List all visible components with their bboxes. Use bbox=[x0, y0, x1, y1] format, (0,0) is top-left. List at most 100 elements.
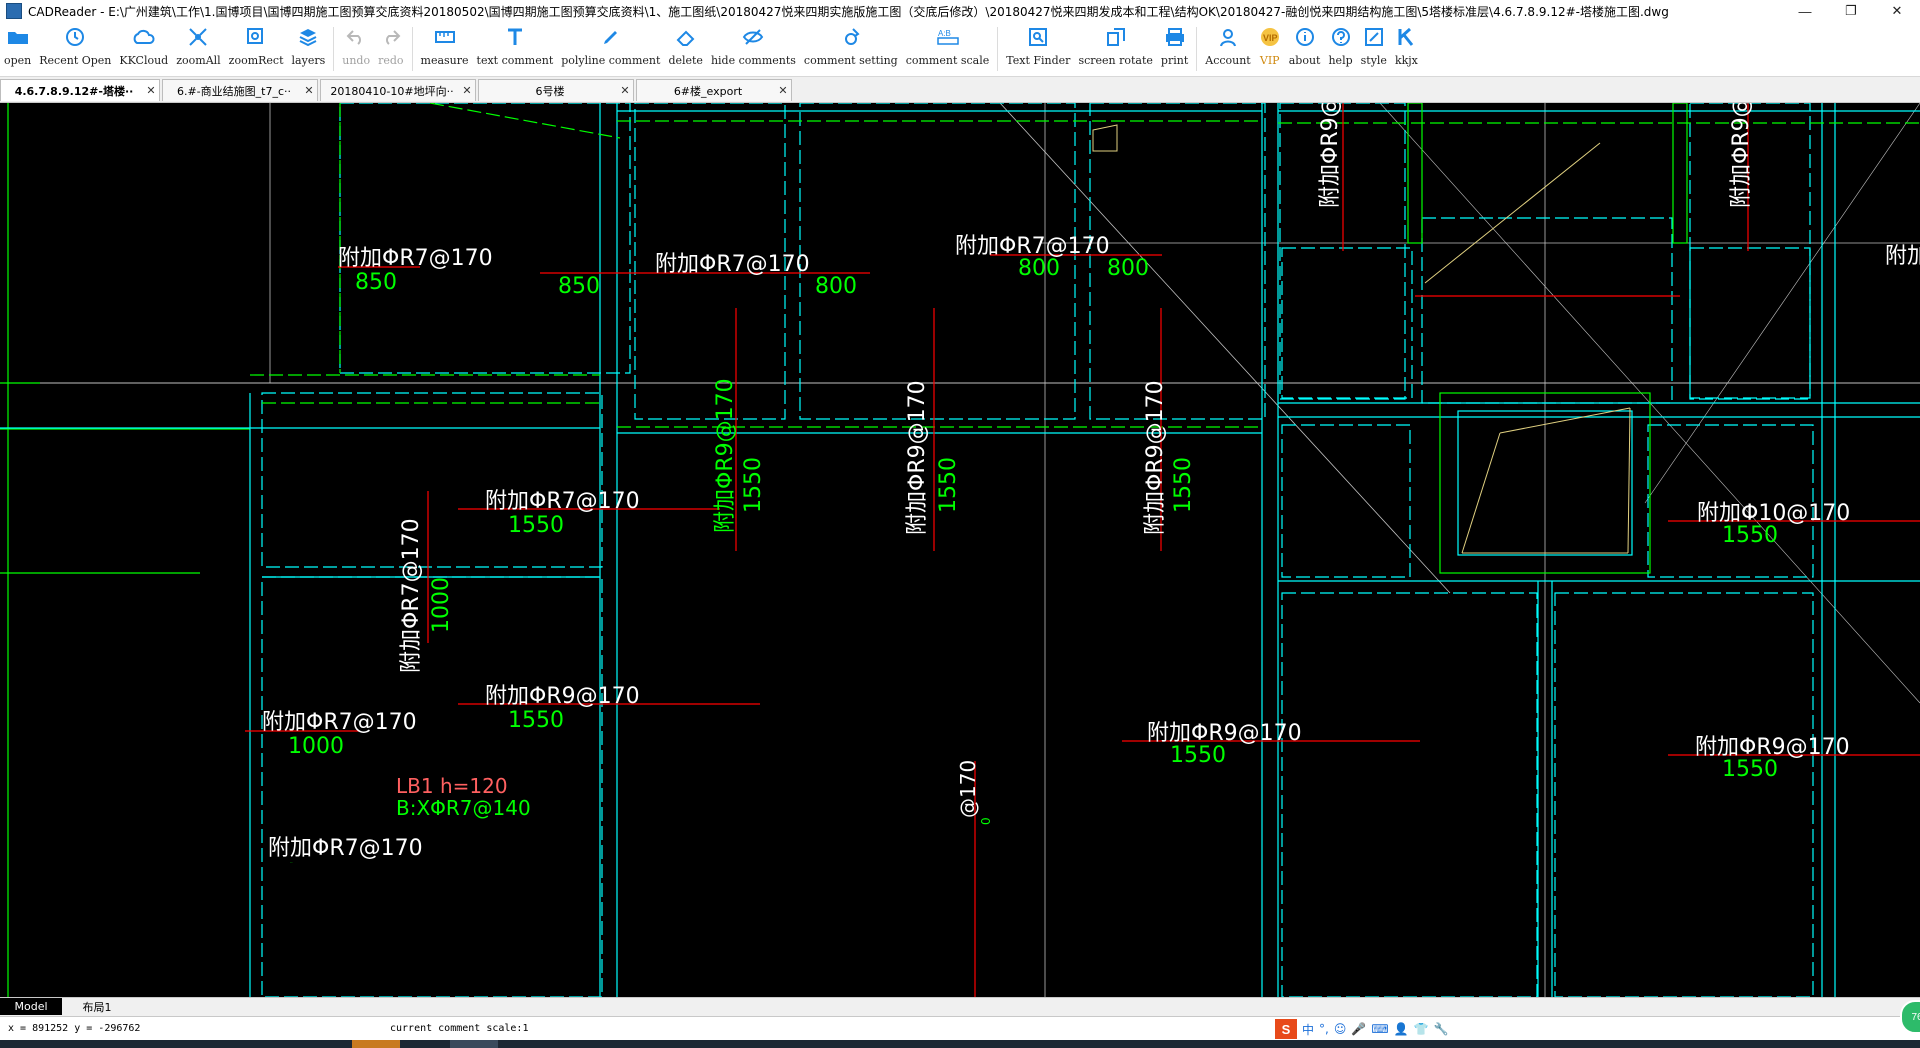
rebar-annotation: 附加ΦR9@170 bbox=[1143, 380, 1168, 535]
close-button[interactable]: ✕ bbox=[1874, 0, 1920, 22]
shaft-diagonal bbox=[1461, 432, 1501, 554]
account-button[interactable]: Account bbox=[1201, 22, 1254, 76]
toolbar-separator bbox=[411, 27, 413, 71]
rebar-annotation: 附加ΦR7@170 bbox=[485, 489, 640, 514]
ime-tool-icon[interactable]: 中 bbox=[1302, 1021, 1314, 1038]
document-tab[interactable]: 4.6.7.8.9.12#-塔楼·· ✕ bbox=[0, 79, 160, 101]
undo-button[interactable]: undo bbox=[338, 22, 374, 76]
layout-tab-layout1[interactable]: 布局1 bbox=[66, 998, 128, 1015]
pen-icon bbox=[601, 22, 621, 52]
tab-close-icon[interactable]: ✕ bbox=[775, 84, 791, 97]
comment-setting-button[interactable]: comment setting bbox=[800, 22, 902, 76]
room-outline bbox=[1554, 592, 1814, 997]
rebar-annotation: 附加ΦR7@170 bbox=[338, 246, 493, 271]
tab-close-icon[interactable]: ✕ bbox=[459, 84, 475, 97]
rebar-annotation: 1000 bbox=[288, 734, 344, 759]
document-tab[interactable]: 20180410-10#地坪向·· ✕ bbox=[320, 79, 476, 101]
toolbar-label: help bbox=[1328, 54, 1353, 67]
sogou-ime-icon[interactable]: S bbox=[1275, 1019, 1297, 1039]
rebar-annotation: 1550 bbox=[741, 457, 766, 513]
minimize-button[interactable]: — bbox=[1782, 0, 1828, 22]
kkjx-button[interactable]: kkjx bbox=[1391, 22, 1422, 76]
rebar-annotation: 1550 bbox=[508, 513, 564, 538]
rebar-annotation: 附加ΦR7@170 bbox=[399, 518, 424, 673]
rebar-annotation: 附加ΦR7@170 bbox=[268, 836, 423, 861]
text-comment-button[interactable]: text comment bbox=[473, 22, 558, 76]
cad-drawing[interactable]: 附加ΦR7@170850附加ΦR7@170850 800附加ΦR7@170800 8… bbox=[0, 103, 1920, 997]
tab-close-icon[interactable]: ✕ bbox=[301, 84, 317, 97]
document-tab-label: 6#楼_export bbox=[673, 84, 743, 98]
ime-tool-icon[interactable]: 🎤 bbox=[1351, 1022, 1366, 1036]
slab-edge bbox=[429, 103, 621, 139]
rebar-annotation: 附加ΦR9@170 bbox=[905, 380, 930, 535]
rebar-annotation: 1550 bbox=[936, 457, 961, 513]
redo-button[interactable]: redo bbox=[374, 22, 407, 76]
svg-text:A:B: A:B bbox=[938, 29, 951, 38]
document-tab[interactable]: 6#楼_export ✕ bbox=[636, 79, 792, 101]
about-button[interactable]: about bbox=[1285, 22, 1325, 76]
room-outline bbox=[339, 103, 631, 374]
window-title: CADReader - E:\广州建筑\工作\1.国博项目\国博四期施工图预算交… bbox=[28, 4, 1669, 19]
tab-close-icon[interactable]: ✕ bbox=[143, 84, 159, 97]
document-tab[interactable]: 6.#-商业结施图_t7_c·· ✕ bbox=[162, 79, 318, 101]
room-outline bbox=[1281, 592, 1538, 997]
polyline-comment-button[interactable]: polyline comment bbox=[557, 22, 664, 76]
rebar-annotation: @170 bbox=[956, 760, 980, 818]
ime-tool-icon[interactable]: ☺ bbox=[1334, 1022, 1347, 1036]
text-finder-button[interactable]: Text Finder bbox=[1002, 22, 1074, 76]
help-button[interactable]: help bbox=[1324, 22, 1356, 76]
tab-close-icon[interactable]: ✕ bbox=[617, 84, 633, 97]
ime-tool-icon[interactable]: 🔧 bbox=[1434, 1022, 1449, 1036]
status-bar: x = 891252 y = -296762 current comment s… bbox=[0, 1016, 1920, 1041]
vip-button[interactable]: VIP VIP bbox=[1255, 22, 1285, 76]
cursor-coordinates: x = 891252 y = -296762 bbox=[8, 1023, 141, 1034]
hide-comments-button[interactable]: hide comments bbox=[707, 22, 800, 76]
taskbar-item[interactable] bbox=[450, 1040, 498, 1048]
open-button[interactable]: open bbox=[0, 22, 35, 76]
rebar-annotation: 1000 bbox=[429, 577, 454, 633]
room-outline bbox=[1281, 247, 1413, 399]
restore-button[interactable]: ❐ bbox=[1828, 0, 1874, 22]
windows-taskbar bbox=[0, 1040, 1920, 1048]
taskbar-item-active[interactable] bbox=[352, 1040, 400, 1048]
clock-icon bbox=[65, 22, 85, 52]
ime-tool-icon[interactable]: 👕 bbox=[1414, 1022, 1429, 1036]
toolbar-label: Text Finder bbox=[1006, 54, 1071, 67]
k-logo-icon bbox=[1396, 22, 1416, 52]
document-tab[interactable]: 6号楼 ✕ bbox=[478, 79, 634, 101]
rebar-annotation: 800 bbox=[1107, 256, 1149, 281]
delete-button[interactable]: delete bbox=[664, 22, 707, 76]
document-tab-label: 20180410-10#地坪向·· bbox=[330, 84, 454, 98]
room-outline bbox=[1421, 217, 1673, 404]
recent-open-button[interactable]: Recent Open bbox=[35, 22, 115, 76]
rebar-annotation: 附加ΦR7@170 bbox=[655, 252, 810, 277]
zoomall-button[interactable]: zoomAll bbox=[172, 22, 224, 76]
toolbar-label: comment setting bbox=[803, 54, 898, 67]
zoomrect-button[interactable]: zoomRect bbox=[225, 22, 288, 76]
ime-tool-icon[interactable]: ⌨ bbox=[1371, 1022, 1388, 1036]
comment-scale-button[interactable]: A:B comment scale bbox=[902, 22, 994, 76]
toolbar-label: polyline comment bbox=[561, 54, 661, 67]
layout-tab-bar: Model 布局1 bbox=[0, 997, 1920, 1016]
eraser-icon bbox=[675, 22, 697, 52]
measure-button[interactable]: measure bbox=[417, 22, 473, 76]
toolbar-label: screen rotate bbox=[1078, 54, 1153, 67]
shaft-diagonal bbox=[1424, 142, 1601, 284]
toolbar-label: zoomRect bbox=[228, 54, 284, 67]
toolbar-label: text comment bbox=[476, 54, 554, 67]
eye-slash-icon bbox=[742, 22, 764, 52]
toolbar-label: measure bbox=[420, 54, 469, 67]
screen-rotate-button[interactable]: screen rotate bbox=[1074, 22, 1156, 76]
ime-tool-icon[interactable]: 👤 bbox=[1394, 1022, 1409, 1036]
info-icon bbox=[1295, 22, 1315, 52]
layers-button[interactable]: layers bbox=[288, 22, 330, 76]
kkcloud-button[interactable]: KKCloud bbox=[115, 22, 172, 76]
drawing-canvas[interactable]: 附加ΦR7@170 850 附加ΦR7@170 850 800 附加ΦR7@170 800 8… bbox=[0, 103, 1920, 997]
layout-tab-model[interactable]: Model bbox=[0, 998, 62, 1015]
print-button[interactable]: print bbox=[1157, 22, 1192, 76]
style-button[interactable]: style bbox=[1357, 22, 1391, 76]
floating-badge[interactable]: 76 bbox=[1900, 1000, 1920, 1034]
ime-tool-icon[interactable]: °, bbox=[1319, 1022, 1329, 1036]
rebar-annotation: 1000 bbox=[290, 862, 293, 864]
toolbar-label: VIP bbox=[1259, 54, 1280, 67]
